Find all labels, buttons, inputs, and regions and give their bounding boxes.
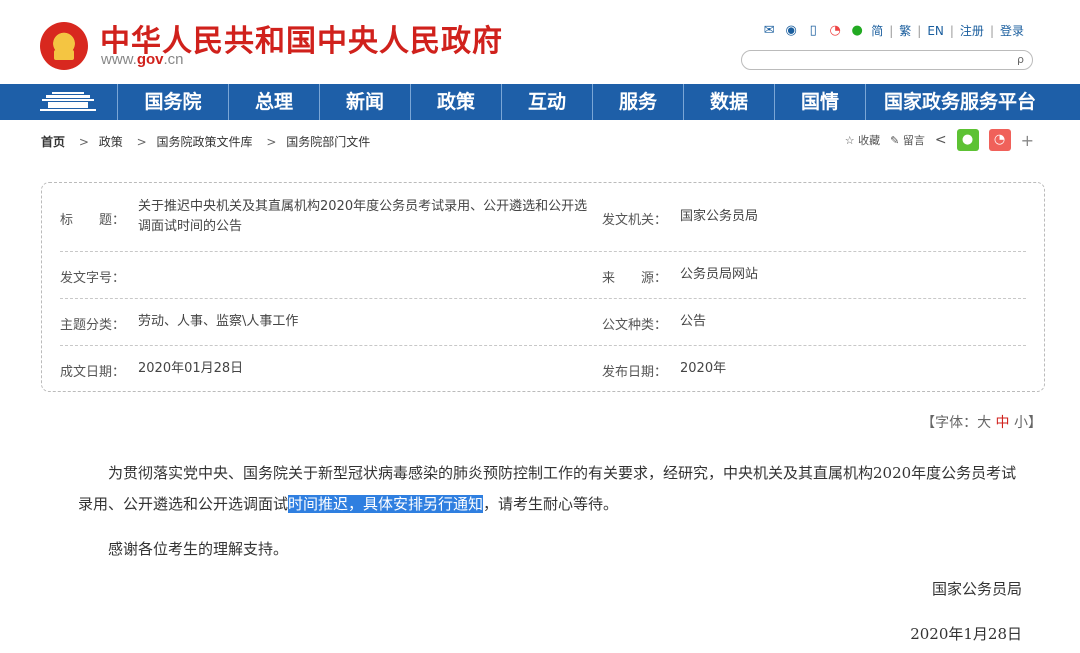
nav-item-premier[interactable]: 总理 — [229, 84, 320, 120]
nav-home-button[interactable] — [0, 84, 118, 120]
written-date-label: 成文日期： — [60, 365, 126, 380]
breadcrumb-item-library[interactable]: 国务院政策文件库 — [156, 135, 252, 149]
font-size-label: 【字体： — [921, 415, 978, 431]
national-emblem-icon[interactable] — [40, 22, 88, 70]
info-row-docno: 发文字号： 来 源： 公务员局网站 — [60, 252, 1026, 299]
chevron-right-icon: > — [78, 135, 89, 149]
tiananmen-icon — [40, 92, 96, 111]
top-tools: ✉ ◉ ▯ ◔ ● 简 | 繁 | EN | 注册 | 登录 — [761, 22, 1024, 39]
breadcrumb-item-policy[interactable]: 政策 — [99, 135, 123, 149]
pencil-icon: ✎ — [890, 134, 900, 147]
font-large-button[interactable]: 大 — [977, 415, 991, 431]
message-icon[interactable]: ◉ — [783, 23, 799, 39]
font-small-button[interactable]: 小 — [1014, 415, 1028, 431]
mail-icon[interactable]: ✉ — [761, 23, 777, 39]
article-paragraph: 感谢各位考生的理解支持。 — [108, 540, 289, 558]
nav-item-state-council[interactable]: 国务院 — [118, 84, 229, 120]
site-url[interactable]: www.gov.cn — [101, 51, 184, 68]
info-row-dates: 成文日期： 2020年01月28日 发布日期： 2020年 — [60, 346, 1026, 391]
font-size-switch: 【字体：大 中 小】 — [921, 412, 1042, 432]
nav-item-services[interactable]: 服务 — [593, 84, 684, 120]
signature-date: 2020年1月28日 — [910, 625, 1022, 643]
topic-value: 劳动、人事、监察\人事工作 — [138, 314, 299, 329]
source-label: 来 源： — [602, 271, 668, 286]
separator: | — [917, 23, 922, 38]
wechat-share-icon[interactable]: ● — [956, 129, 979, 151]
nav-item-policy[interactable]: 政策 — [411, 84, 502, 120]
english-link[interactable]: EN — [927, 24, 944, 38]
comment-button[interactable]: ✎ 留言 — [890, 132, 925, 148]
nav-item-interaction[interactable]: 互动 — [502, 84, 593, 120]
simplified-link[interactable]: 简 — [871, 22, 883, 39]
breadcrumb-home[interactable]: 首页 — [41, 135, 65, 149]
mobile-icon[interactable]: ▯ — [805, 23, 821, 39]
published-date-value: 2020年 — [680, 361, 727, 376]
info-row-title: 标 题： 关于推迟中央机关及其直属机构2020年度公务员考试录用、公开遴选和公开… — [60, 183, 1026, 252]
selected-text[interactable]: 时间推迟，具体安排另行通知 — [288, 495, 484, 513]
separator: | — [949, 23, 954, 38]
type-label: 公文种类： — [602, 318, 668, 333]
share-bar: ☆ 收藏 ✎ 留言 < ● ◔ + — [845, 129, 1034, 151]
login-link[interactable]: 登录 — [1000, 22, 1024, 39]
traditional-link[interactable]: 繁 — [899, 22, 911, 39]
breadcrumb: 首页 > 政策 > 国务院政策文件库 > 国务院部门文件 — [41, 133, 374, 150]
more-share-button[interactable]: + — [1021, 131, 1034, 150]
published-date-label: 发布日期： — [602, 365, 668, 380]
topic-label: 主题分类： — [60, 318, 126, 333]
weibo-icon[interactable]: ◔ — [827, 23, 843, 39]
issuer-label: 发文机关： — [602, 213, 668, 228]
issuer-value: 国家公务员局 — [680, 209, 759, 224]
search-input[interactable]: ρ — [741, 50, 1033, 70]
type-value: 公告 — [680, 314, 707, 329]
nav-item-service-platform[interactable]: 国家政务服务平台 — [866, 84, 1054, 120]
chevron-right-icon: > — [266, 135, 277, 149]
favorite-button[interactable]: ☆ 收藏 — [845, 132, 880, 148]
site-header: 中华人民共和国中央人民政府 www.gov.cn ✉ ◉ ▯ ◔ ● 简 | 繁… — [0, 0, 1080, 84]
register-link[interactable]: 注册 — [960, 22, 984, 39]
nav-item-news[interactable]: 新闻 — [320, 84, 411, 120]
docno-label: 发文字号： — [60, 271, 126, 286]
article-body: 为贯彻落实党中央、国务院关于新型冠状病毒感染的肺炎预防控制工作的有关要求，经研究… — [78, 458, 1028, 565]
signature: 国家公务员局 — [931, 580, 1022, 598]
font-medium-button[interactable]: 中 — [996, 415, 1010, 431]
weibo-share-icon[interactable]: ◔ — [988, 129, 1011, 151]
star-icon: ☆ — [844, 134, 855, 147]
info-row-topic: 主题分类： 劳动、人事、监察\人事工作 公文种类： 公告 — [60, 299, 1026, 346]
title-value: 关于推迟中央机关及其直属机构2020年度公务员考试录用、公开遴选和公开选调面试时… — [138, 199, 588, 234]
separator: | — [889, 23, 894, 38]
written-date-value: 2020年01月28日 — [138, 361, 244, 376]
document-info-table: 标 题： 关于推迟中央机关及其直属机构2020年度公务员考试录用、公开遴选和公开… — [41, 182, 1045, 392]
font-size-bracket: 】 — [1028, 415, 1042, 431]
share-icon[interactable]: < — [935, 132, 947, 148]
nav-item-data[interactable]: 数据 — [684, 84, 775, 120]
source-value: 公务员局网站 — [680, 267, 759, 282]
article-paragraph: 为贯彻落实党中央、国务院关于新型冠状病毒感染的肺炎预防控制工作的有关要求，经研究… — [78, 464, 1017, 513]
chevron-right-icon: > — [136, 135, 147, 149]
search-icon[interactable]: ρ — [1017, 53, 1024, 66]
separator: | — [989, 23, 994, 38]
breadcrumb-item-dept-docs[interactable]: 国务院部门文件 — [286, 135, 370, 149]
title-label: 标 题： — [60, 213, 126, 228]
wechat-icon[interactable]: ● — [849, 23, 865, 39]
main-nav: 国务院 总理 新闻 政策 互动 服务 数据 国情 国家政务服务平台 — [0, 84, 1080, 120]
nav-item-national-info[interactable]: 国情 — [775, 84, 866, 120]
